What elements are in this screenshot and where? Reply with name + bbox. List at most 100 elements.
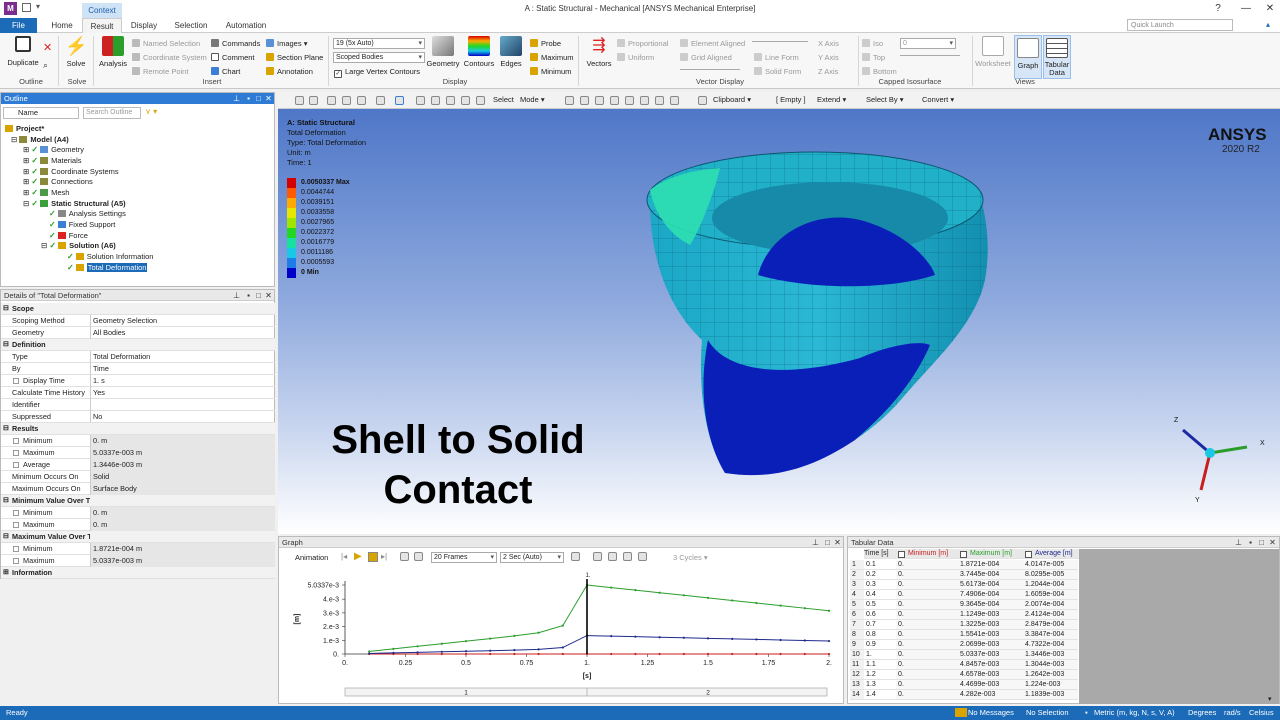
quick-launch-input[interactable]: Quick Launch <box>1127 19 1233 31</box>
expand-collapse-icon[interactable]: ⊟ <box>3 423 9 435</box>
column-visibility-checkbox[interactable] <box>1025 551 1032 558</box>
tree-item-geometry[interactable]: ⊞ ✓ Geometry <box>23 145 84 155</box>
distributed-frames-icon[interactable] <box>400 552 409 561</box>
details-value[interactable]: 1. s <box>90 375 275 387</box>
tree-item-force[interactable]: ✓ Force <box>49 231 88 241</box>
select-vertex-icon[interactable] <box>565 96 574 105</box>
close-panel-icon[interactable]: ✕ <box>264 93 273 104</box>
parameter-checkbox[interactable] <box>13 438 19 444</box>
details-row[interactable]: Minimum 0. m <box>1 435 275 447</box>
details-value[interactable]: Yes <box>90 387 275 399</box>
images-button[interactable]: Images ▾ <box>266 38 307 49</box>
select-edge-icon[interactable] <box>580 96 589 105</box>
delete-icon[interactable]: ✕ <box>43 41 52 54</box>
details-section-header[interactable]: ⊟Maximum Value Over Time <box>1 531 275 543</box>
pan-icon[interactable] <box>416 96 425 105</box>
maximize-panel-icon[interactable]: □ <box>254 93 263 104</box>
edges-button[interactable]: Edges <box>497 36 525 68</box>
tab-result[interactable]: Result <box>82 18 122 33</box>
select-element-icon[interactable] <box>655 96 664 105</box>
duration-combo[interactable]: 2 Sec (Auto) <box>500 552 564 563</box>
pin-icon[interactable]: ⊥ <box>232 290 241 301</box>
column-visibility-checkbox[interactable] <box>898 551 905 558</box>
z-axis-button[interactable]: Z Axis <box>818 66 838 77</box>
details-value[interactable]: Solid <box>90 471 275 483</box>
parameter-checkbox[interactable] <box>13 378 19 384</box>
expand-collapse-icon[interactable]: ⊟ <box>3 495 9 507</box>
details-row[interactable]: Scoping Method Geometry Selection <box>1 315 275 327</box>
element-aligned-button[interactable]: Element Aligned <box>680 38 745 49</box>
mode-button[interactable]: Mode ▾ <box>520 95 545 104</box>
details-value[interactable]: 0. m <box>90 435 275 447</box>
comment-button[interactable]: Comment <box>211 52 255 63</box>
annotation-button[interactable]: Annotation <box>266 66 313 77</box>
tree-item-model[interactable]: ⊟ Model (A4) <box>11 135 69 145</box>
maximize-panel-icon[interactable]: □ <box>254 290 263 301</box>
scroll-down-icon[interactable]: ▾ <box>1268 695 1272 703</box>
details-row[interactable]: By Time <box>1 363 275 375</box>
minimum-button[interactable]: Minimum <box>530 66 571 77</box>
expand-collapse-icon[interactable]: ⊞ <box>3 567 9 579</box>
tree-item-total-deformation[interactable]: ✓ Total Deformation <box>67 263 148 273</box>
wireframe-icon[interactable] <box>357 96 366 105</box>
zoom-graph-icon[interactable] <box>593 552 602 561</box>
expand-collapse-icon[interactable]: ⊟ <box>3 531 9 543</box>
bottom-button[interactable]: Bottom <box>862 66 897 77</box>
tabular-data-view-button[interactable]: Tabular Data <box>1043 35 1071 79</box>
details-value[interactable]: 0. m <box>90 519 275 531</box>
maximize-panel-icon[interactable]: □ <box>823 537 832 548</box>
help-icon[interactable]: ? <box>1210 2 1226 16</box>
box-zoom-icon[interactable] <box>446 96 455 105</box>
pin-icon[interactable]: ⊥ <box>1234 537 1243 548</box>
select-body-icon[interactable] <box>610 96 619 105</box>
details-value[interactable]: Geometry Selection <box>90 315 275 327</box>
details-value[interactable] <box>90 399 275 411</box>
tree-item-solution[interactable]: ⊟ ✓ Solution (A6) <box>41 241 116 251</box>
tree-item-solution-information[interactable]: ✓ Solution Information <box>67 252 153 262</box>
auto-hide-icon[interactable]: ▪ <box>244 290 253 301</box>
zoom-out-icon[interactable] <box>309 96 318 105</box>
remote-point-button[interactable]: Remote Point <box>132 66 188 77</box>
vector-density-slider[interactable] <box>752 41 808 42</box>
pin-icon[interactable]: ⊥ <box>811 537 820 548</box>
expand-collapse-icon[interactable]: ⊟ <box>3 303 9 315</box>
tree-item-analysis-settings[interactable]: ✓ Analysis Settings <box>49 209 126 219</box>
tree-item-materials[interactable]: ⊞ ✓ Materials <box>23 156 82 166</box>
save-icon[interactable] <box>22 3 31 12</box>
details-row[interactable]: Display Time 1. s <box>1 375 275 387</box>
view-cube-icon[interactable] <box>327 96 336 105</box>
top-button[interactable]: Top <box>862 52 885 63</box>
bodies-combo[interactable]: Scoped Bodies <box>333 52 425 63</box>
details-value[interactable]: 0. m <box>90 507 275 519</box>
result-sets-icon[interactable] <box>414 552 423 561</box>
geometry-display-button[interactable]: Geometry <box>426 36 460 68</box>
details-row[interactable]: Minimum 1.8721e-004 m <box>1 543 275 555</box>
zoom-icon[interactable] <box>431 96 440 105</box>
tab-home[interactable]: Home <box>45 18 79 33</box>
outline-name-filter[interactable]: Name <box>3 107 79 119</box>
magnifier-icon[interactable] <box>476 96 485 105</box>
outline-search-input[interactable]: Search Outline <box>83 107 141 119</box>
auto-hide-icon[interactable]: ▪ <box>1246 537 1255 548</box>
expand-ribbon-icon[interactable]: ▴ <box>1266 20 1270 29</box>
parameter-checkbox[interactable] <box>13 558 19 564</box>
details-row[interactable]: Maximum Occurs On Surface Body <box>1 483 275 495</box>
previous-frame-icon[interactable]: |◂ <box>341 552 347 561</box>
select-node-icon[interactable] <box>625 96 634 105</box>
details-row[interactable]: Average 1.3446e-003 m <box>1 459 275 471</box>
details-section-header[interactable]: ⊟Minimum Value Over Time <box>1 495 275 507</box>
commands-button[interactable]: Commands <box>211 38 260 49</box>
tree-item-project[interactable]: Project* <box>5 124 44 134</box>
status-celsius[interactable]: Celsius <box>1249 706 1274 720</box>
chart-button[interactable]: Chart <box>211 66 240 77</box>
iso-value-input[interactable]: 0 <box>900 38 956 49</box>
close-panel-icon[interactable]: ✕ <box>1268 537 1277 548</box>
export-video-icon[interactable] <box>571 552 580 561</box>
select-button[interactable]: Select <box>493 95 514 104</box>
proportional-button[interactable]: Proportional <box>617 38 668 49</box>
expand-collapse-icon[interactable]: ⊟ <box>3 339 9 351</box>
extend-button[interactable]: Extend ▾ <box>817 95 846 104</box>
details-row[interactable]: Minimum 0. m <box>1 507 275 519</box>
parameter-checkbox[interactable] <box>13 462 19 468</box>
uniform-button[interactable]: Uniform <box>617 52 654 63</box>
